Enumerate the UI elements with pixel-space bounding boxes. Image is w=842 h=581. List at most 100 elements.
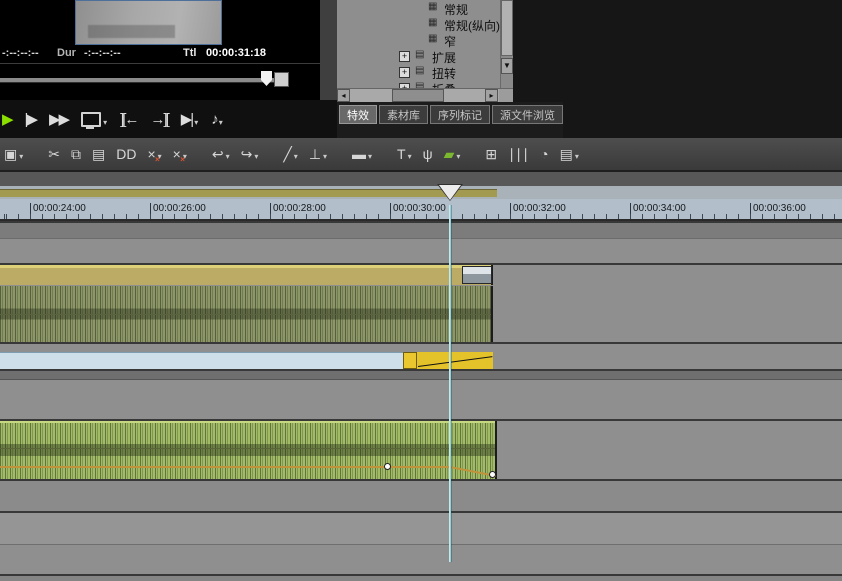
monitor-scrub-handle[interactable] (261, 71, 272, 86)
keyframe-handle[interactable] (403, 352, 417, 369)
mixer-button[interactable]: ∣∣∣ (508, 147, 529, 161)
dropdown-caret-icon: ▾ (323, 152, 328, 161)
frame-play-icon: |▶ (24, 110, 39, 128)
play-button[interactable]: ▶ (2, 112, 13, 127)
timeline-ruler[interactable]: 00:00:24:00 00:00:26:00 00:00:28:00 00:00:3… (0, 199, 842, 221)
undo-button[interactable]: ↩ ▾ (212, 147, 230, 161)
audio-clip-waveform-upper[interactable] (0, 286, 493, 342)
loop-play-icon: ♪ (211, 110, 218, 128)
vertical-scrollbar[interactable]: ▼ (500, 0, 513, 88)
scroll-left-button[interactable]: ◂ (337, 89, 350, 102)
voiceover-button[interactable]: ψ (423, 147, 433, 161)
set-out-point-icon: →][ (150, 110, 169, 128)
preset-icon: ▦ (428, 1, 438, 12)
loop-play-button[interactable]: ♪ ▾ (211, 112, 223, 127)
trim-button[interactable]: ╱ ▾ (283, 147, 297, 161)
horizontal-scrollbar[interactable]: ◂ ▸ (337, 88, 513, 102)
save-button[interactable]: ▣ ▾ (4, 147, 23, 161)
ruler-timecode: 00:00:36:00 (750, 203, 806, 214)
waveform-center-line (0, 448, 495, 449)
dropdown-caret-icon: ▾ (19, 152, 24, 161)
tree-item-4[interactable]: + ▤ 扭转 (337, 64, 500, 81)
copy-button[interactable]: ⧉ (71, 147, 81, 161)
vertical-scrollbar-thumb[interactable] (501, 0, 513, 56)
audio-clip-green[interactable] (0, 421, 497, 479)
folder-icon: ▤ (415, 81, 425, 88)
tree-item-0[interactable]: ▦ 常规 (337, 0, 500, 17)
palette-tab-1[interactable]: 素材库 (379, 105, 428, 124)
bin-button[interactable]: ▤ ▾ (560, 147, 579, 161)
tree-item-label: 折叠 (432, 81, 456, 88)
duplicate-icon: DD (116, 146, 137, 162)
palette-tab-2[interactable]: 序列标记 (430, 105, 490, 124)
add-cut-point-button[interactable]: ⊥ ▾ (309, 147, 327, 161)
dropdown-caret-icon: ▾ (574, 152, 579, 161)
total-timecode: 00:00:31:18 (206, 47, 266, 59)
waveform-center-line (0, 314, 491, 315)
track-separator (0, 342, 842, 344)
sequence-bar-area (0, 186, 842, 199)
fast-forward-button[interactable]: ▶▶ (48, 110, 70, 128)
playback-settings-button[interactable]: ◔ (540, 147, 548, 161)
copy-icon: ⧉ (70, 146, 81, 162)
monitor-toggle-button[interactable]: ▾ (81, 111, 107, 129)
trim-icon: ╱ (283, 146, 292, 162)
grid-icon: ⊞ (485, 146, 498, 162)
scroll-right-button[interactable]: ▸ (485, 89, 498, 102)
set-out-point-button[interactable]: →][ (150, 110, 169, 128)
ripple-delete-button[interactable]: × × ▾ (173, 147, 187, 164)
volume-automation-line[interactable] (0, 466, 450, 468)
paste-button[interactable]: ▤ (92, 147, 105, 161)
total-label: Ttl (183, 47, 197, 59)
dropdown-caret-icon: ▾ (293, 152, 298, 161)
volume-keyframe[interactable] (384, 463, 391, 470)
current-timecode: -:--:--:-- (2, 47, 39, 59)
play-around-button[interactable]: ▶| ▾ (181, 112, 198, 127)
accent-mark-icon: × (180, 155, 185, 164)
horizontal-scrollbar-thumb[interactable] (392, 89, 444, 102)
scroll-down-button[interactable]: ▼ (501, 58, 513, 74)
effects-palette: ▦常规▦常规(纵向)▦窄+▤扩展+▤扭转+▤折叠 ▼ ◂ ▸ (337, 0, 513, 102)
palette-tab-3[interactable]: 源文件浏览 (492, 105, 563, 124)
volume-keyframe[interactable] (489, 471, 496, 478)
delete-button[interactable]: × × ▾ (147, 147, 161, 164)
export-button[interactable]: ▰ ▾ (444, 147, 461, 161)
frame-play-button[interactable]: |▶ (24, 110, 39, 128)
grid-button[interactable]: ⊞ (485, 147, 497, 161)
scrollbar-corner (499, 89, 513, 102)
transport-controls: ▶ |▶ ▶▶ ▾][← →][▶| ▾ ♪ ▾ (0, 100, 337, 138)
add-cut-point-icon: ⊥ (308, 146, 322, 162)
voiceover-icon: ψ (422, 146, 433, 162)
cut-button[interactable]: ✂ (48, 147, 60, 161)
title-button[interactable]: T ▾ (397, 147, 412, 161)
tree-item-2[interactable]: ▦ 窄 (337, 32, 500, 49)
video-clip[interactable] (0, 265, 493, 285)
playhead-marker[interactable] (439, 185, 461, 200)
duplicate-button[interactable]: DD (116, 147, 136, 161)
folder-icon: ▤ (415, 49, 425, 60)
monitor-scrub-endblock (274, 72, 289, 87)
fast-forward-icon: ▶▶ (48, 110, 70, 128)
expand-icon[interactable]: + (399, 67, 410, 78)
playback-settings-icon: ◔ (540, 146, 549, 162)
palette-tab-0[interactable]: 特效 (339, 105, 377, 124)
monitor-icon (81, 111, 102, 129)
transition-button[interactable]: ▬ ▾ (352, 147, 372, 161)
track-separator (0, 238, 842, 239)
export-icon: ▰ (443, 146, 455, 162)
monitor-scrub-track[interactable] (0, 78, 287, 83)
ruler-timecode: 00:00:34:00 (630, 203, 686, 214)
expand-icon[interactable]: + (399, 51, 410, 62)
redo-button[interactable]: ↪ ▾ (241, 147, 259, 161)
folder-icon: ▤ (415, 65, 425, 76)
tree-item-1[interactable]: ▦ 常规(纵向) (337, 16, 500, 33)
track-header-band (0, 371, 842, 379)
duration-label: Dur (57, 47, 76, 59)
empty-track-band (0, 513, 842, 544)
play-around-icon: ▶| (180, 110, 195, 128)
save-icon: ▣ (4, 146, 18, 162)
tree-item-5[interactable]: +▤折叠 (337, 80, 500, 88)
set-in-point-button[interactable]: ][← (120, 112, 139, 127)
track-separator (0, 544, 842, 545)
tree-item-3[interactable]: + ▤ 扩展 (337, 48, 500, 65)
